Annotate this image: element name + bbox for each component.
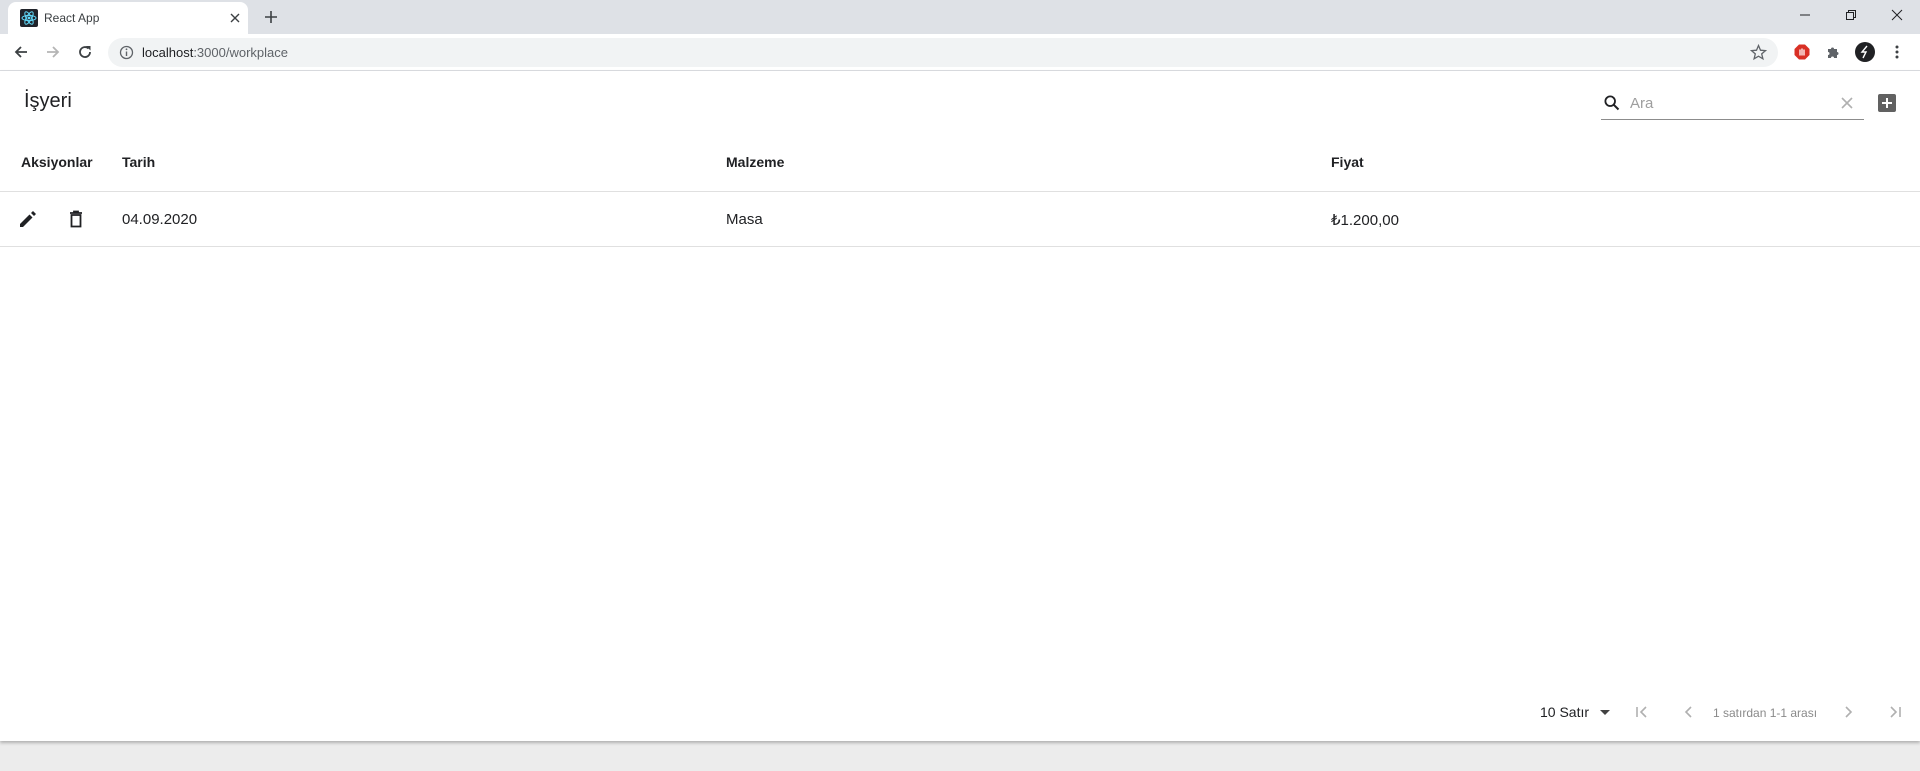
extensions-puzzle-icon[interactable] [1822, 41, 1844, 63]
pagination-range: 1 satırdan 1-1 arası [1713, 706, 1818, 720]
page-title: İşyeri [24, 90, 72, 112]
cell-material: Masa [726, 211, 763, 228]
add-row-button[interactable] [1877, 93, 1897, 113]
address-bar[interactable]: localhost:3000/workplace [108, 38, 1778, 67]
first-page-icon[interactable] [1632, 702, 1652, 722]
forward-arrow-icon[interactable] [40, 39, 66, 65]
url-path: :3000/workplace [193, 45, 288, 60]
bookmark-star-icon[interactable] [1749, 43, 1768, 62]
adblock-extension-icon[interactable] [1791, 41, 1813, 63]
browser-toolbar: localhost:3000/workplace [0, 34, 1920, 71]
last-page-icon[interactable] [1885, 702, 1905, 722]
new-tab-icon[interactable] [260, 6, 282, 28]
column-header-material[interactable]: Malzeme [726, 154, 784, 170]
minimize-window-icon[interactable] [1782, 0, 1828, 30]
row-divider [0, 246, 1920, 247]
search-icon [1603, 94, 1621, 112]
previous-page-icon[interactable] [1679, 702, 1699, 722]
browser-tab[interactable]: React App [8, 2, 248, 34]
browser-menu-icon[interactable] [1886, 41, 1908, 63]
header-divider [0, 191, 1920, 192]
restore-window-icon[interactable] [1828, 0, 1874, 30]
cell-price: ₺1.200,00 [1331, 212, 1399, 229]
url-host: localhost [142, 45, 194, 60]
cell-date: 04.09.2020 [122, 211, 198, 228]
chevron-down-icon[interactable] [1597, 704, 1613, 720]
delete-icon[interactable] [64, 207, 88, 231]
table-card: İşyeri Aksiyonlar Tarih Malzeme Fiyat [0, 71, 1920, 741]
tab-title: React App [44, 11, 100, 25]
profile-avatar[interactable] [1854, 41, 1876, 63]
clear-search-icon[interactable] [1838, 94, 1856, 112]
react-logo-icon [20, 9, 38, 27]
back-arrow-icon[interactable] [8, 39, 34, 65]
close-tab-icon[interactable] [226, 9, 244, 27]
browser-tab-strip: React App [0, 0, 1920, 34]
url-text: localhost:3000/workplace [142, 45, 288, 60]
column-header-actions: Aksiyonlar [21, 154, 93, 170]
search-field [1601, 88, 1864, 120]
column-header-date[interactable]: Tarih [122, 154, 155, 170]
next-page-icon[interactable] [1838, 702, 1858, 722]
edit-icon[interactable] [16, 207, 40, 231]
search-input[interactable] [1630, 91, 1830, 115]
close-window-icon[interactable] [1874, 0, 1920, 30]
rows-per-page-select[interactable]: 10 Satır [1540, 704, 1589, 720]
reload-icon[interactable] [72, 39, 98, 65]
column-header-price[interactable]: Fiyat [1331, 154, 1364, 170]
site-info-icon[interactable] [118, 44, 135, 61]
